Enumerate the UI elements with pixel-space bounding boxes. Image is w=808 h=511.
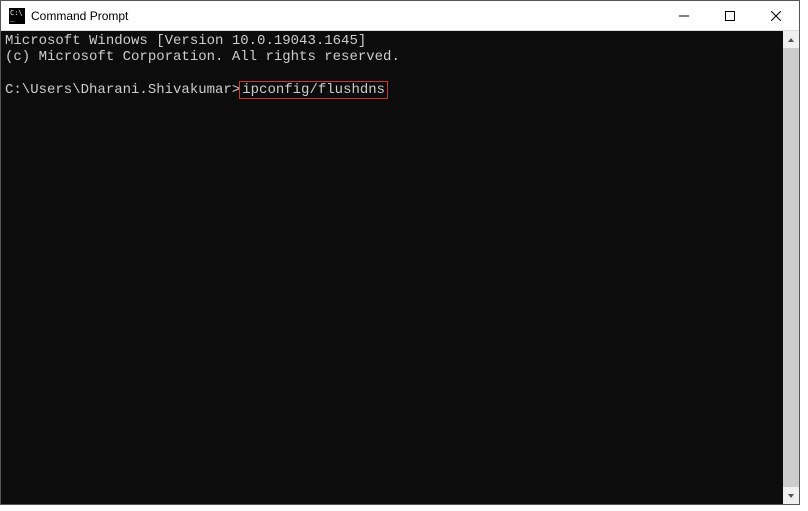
window-title: Command Prompt [31,9,661,23]
scroll-down-button[interactable] [783,487,799,504]
minimize-button[interactable] [661,1,707,30]
minimize-icon [679,11,689,21]
command-highlighted: ipconfig/flushdns [239,81,388,99]
chevron-down-icon [787,492,795,500]
scroll-thumb[interactable] [783,48,799,487]
maximize-icon [725,11,735,21]
console-output[interactable]: Microsoft Windows [Version 10.0.19043.16… [1,31,783,504]
close-button[interactable] [753,1,799,30]
command-prompt-window: Command Prompt Microsoft Windows [Versio… [0,0,800,505]
chevron-up-icon [787,36,795,44]
window-controls [661,1,799,30]
prompt: C:\Users\Dharani.Shivakumar> [5,82,240,98]
version-line: Microsoft Windows [Version 10.0.19043.16… [5,33,366,49]
console-area: Microsoft Windows [Version 10.0.19043.16… [1,31,799,504]
vertical-scrollbar[interactable] [783,31,799,504]
maximize-button[interactable] [707,1,753,30]
titlebar[interactable]: Command Prompt [1,1,799,31]
close-icon [771,11,781,21]
scroll-track[interactable] [783,48,799,487]
copyright-line: (c) Microsoft Corporation. All rights re… [5,49,400,65]
scroll-up-button[interactable] [783,31,799,48]
cmd-icon [9,8,25,24]
